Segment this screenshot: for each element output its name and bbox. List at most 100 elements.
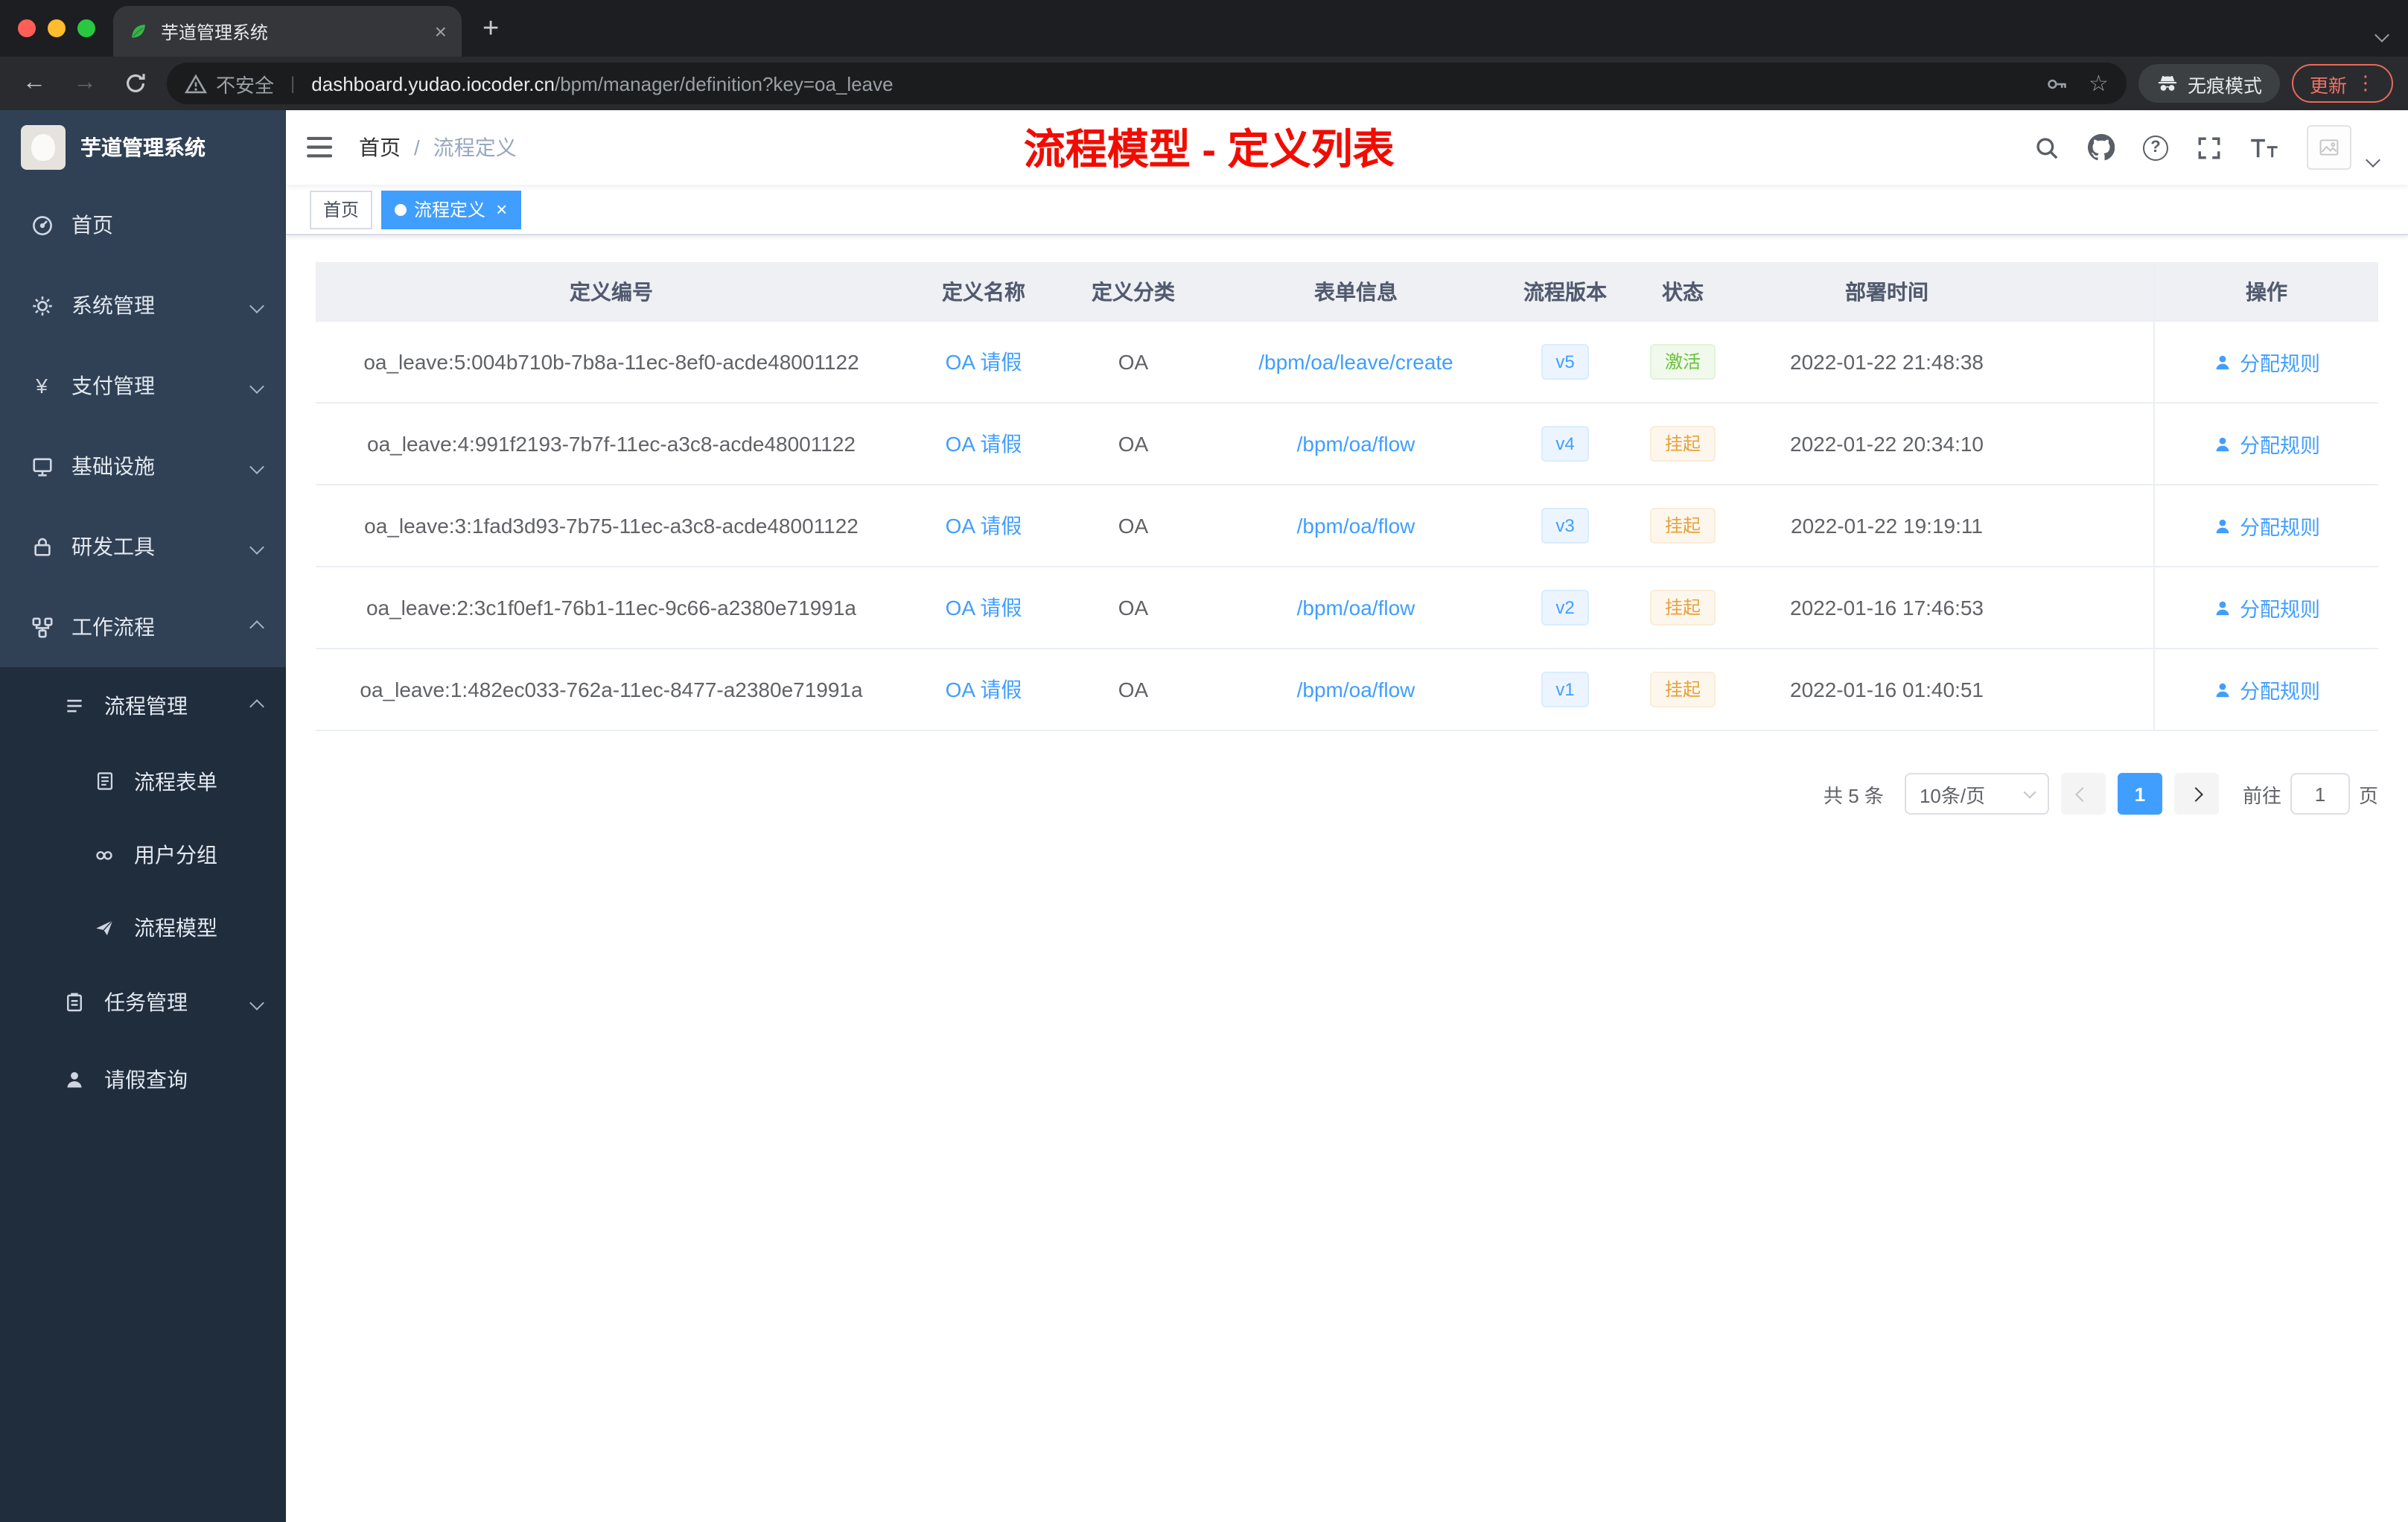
form-link[interactable]: /bpm/oa/flow bbox=[1297, 514, 1415, 538]
new-tab-button[interactable]: + bbox=[482, 14, 499, 42]
search-icon[interactable] bbox=[2034, 135, 2060, 160]
assign-rule-link[interactable]: 分配规则 bbox=[2213, 675, 2320, 704]
column-header: 定义分类 bbox=[1092, 279, 1175, 303]
chevron-down-icon bbox=[2023, 785, 2036, 798]
sidebar-item-process-management[interactable]: 流程管理 bbox=[0, 667, 286, 745]
definition-category: OA bbox=[1118, 350, 1149, 374]
tab-title: 芋道管理系统 bbox=[161, 22, 269, 42]
definition-name-link[interactable]: OA 请假 bbox=[946, 429, 1022, 459]
deploy-time: 2022-01-16 01:40:51 bbox=[1790, 678, 1984, 701]
reload-button[interactable] bbox=[116, 71, 155, 95]
deploy-time: 2022-01-22 19:19:11 bbox=[1791, 514, 1983, 538]
definition-table: 定义编号 定义名称 定义分类 表单信息 流程版本 状态 部署时间 操作 oa_l… bbox=[316, 262, 2378, 731]
chevron-down-icon bbox=[249, 298, 264, 313]
tag-close-icon[interactable]: × bbox=[496, 200, 507, 219]
definition-category: OA bbox=[1118, 432, 1149, 456]
breadcrumb-home[interactable]: 首页 bbox=[359, 133, 401, 162]
table-row: oa_leave:3:1fad3d93-7b75-11ec-a3c8-acde4… bbox=[316, 485, 2378, 567]
sidebar-item-system-management[interactable]: 系统管理 bbox=[0, 265, 286, 346]
sidebar-item-label: 研发工具 bbox=[71, 535, 155, 558]
sidebar-item-process-form[interactable]: 流程表单 bbox=[0, 745, 286, 818]
infrastructure-icon bbox=[30, 455, 54, 477]
sidebar-item-payment-management[interactable]: ¥ 支付管理 bbox=[0, 346, 286, 426]
sidebar-menu: 首页 系统管理 ¥ 支付管理 基础设施 研发工具 工作流程 流程管理 流程表单 … bbox=[0, 185, 286, 1522]
assign-rule-label: 分配规则 bbox=[2240, 353, 2320, 375]
definition-name-link[interactable]: OA 请假 bbox=[946, 593, 1022, 623]
deploy-time: 2022-01-22 20:34:10 bbox=[1790, 432, 1984, 456]
tab-search-icon[interactable] bbox=[2374, 21, 2389, 48]
chrome-update-button[interactable]: 更新 ⋮ bbox=[2291, 64, 2393, 103]
form-link[interactable]: /bpm/oa/flow bbox=[1297, 678, 1415, 701]
kebab-menu-icon[interactable]: ⋮ bbox=[2356, 71, 2375, 95]
person-icon bbox=[2216, 682, 2229, 697]
sidebar-item-infrastructure[interactable]: 基础设施 bbox=[0, 426, 286, 506]
key-icon[interactable] bbox=[2045, 72, 2068, 95]
assign-rule-link[interactable]: 分配规则 bbox=[2213, 511, 2320, 541]
bookmark-star-icon[interactable]: ☆ bbox=[2089, 70, 2109, 97]
goto-page-input[interactable] bbox=[2290, 773, 2350, 815]
window-zoom-button[interactable] bbox=[77, 19, 95, 37]
assign-rule-link[interactable]: 分配规则 bbox=[2213, 429, 2320, 459]
sidebar-item-user-group[interactable]: 用户分组 bbox=[0, 818, 286, 891]
pagination-page-1-button[interactable]: 1 bbox=[2117, 773, 2162, 815]
chevron-down-icon bbox=[249, 378, 264, 393]
hamburger-icon[interactable] bbox=[307, 136, 335, 159]
font-size-icon[interactable] bbox=[2250, 136, 2278, 159]
sidebar-item-leave-query[interactable]: 请假查询 bbox=[0, 1041, 286, 1118]
sidebar-item-label: 流程表单 bbox=[134, 769, 217, 793]
navbar-actions: ? bbox=[2034, 122, 2380, 173]
url-text[interactable]: dashboard.yudao.iocoder.cn/bpm/manager/d… bbox=[311, 72, 893, 95]
chevron-left-icon bbox=[2076, 786, 2091, 801]
table-row: oa_leave:1:482ec033-762a-11ec-8477-a2380… bbox=[316, 649, 2378, 731]
avatar-dropdown-icon[interactable] bbox=[2366, 146, 2380, 173]
definition-name-link[interactable]: OA 请假 bbox=[946, 675, 1022, 704]
security-warning-label[interactable]: 不安全 bbox=[216, 69, 274, 98]
form-link[interactable]: /bpm/oa/flow bbox=[1297, 596, 1415, 620]
workflow-submenu: 流程管理 流程表单 用户分组 流程模型 任务管理 请假查询 bbox=[0, 667, 286, 1522]
tab-close-icon[interactable]: × bbox=[435, 19, 447, 43]
form-link[interactable]: /bpm/oa/leave/create bbox=[1258, 350, 1453, 374]
table-header-row: 定义编号 定义名称 定义分类 表单信息 流程版本 状态 部署时间 操作 bbox=[316, 262, 2378, 322]
assign-rule-link[interactable]: 分配规则 bbox=[2213, 593, 2320, 623]
user-avatar[interactable] bbox=[2307, 125, 2351, 170]
app-root: 芋道管理系统 × + ← → 不安全 | dashboard.yudao.ioc… bbox=[0, 0, 2408, 1522]
assign-rule-link[interactable]: 分配规则 bbox=[2213, 347, 2320, 377]
column-header: 定义编号 bbox=[570, 279, 653, 303]
forward-button[interactable]: → bbox=[66, 70, 104, 97]
tag-home[interactable]: 首页 bbox=[310, 190, 373, 229]
paper-plane-icon bbox=[92, 917, 116, 937]
column-header: 状态 bbox=[1662, 279, 1704, 303]
tag-process-definition[interactable]: 流程定义 × bbox=[381, 190, 521, 229]
sidebar-item-process-model[interactable]: 流程模型 bbox=[0, 891, 286, 964]
sidebar-item-task-management[interactable]: 任务管理 bbox=[0, 964, 286, 1041]
pagination-next-button[interactable] bbox=[2173, 773, 2219, 815]
form-link[interactable]: /bpm/oa/flow bbox=[1297, 432, 1415, 456]
pagination-prev-button[interactable] bbox=[2060, 773, 2106, 815]
definition-name-link[interactable]: OA 请假 bbox=[946, 347, 1022, 377]
definition-name-link[interactable]: OA 请假 bbox=[946, 511, 1022, 541]
window-close-button[interactable] bbox=[18, 19, 36, 37]
address-bar[interactable]: 不安全 | dashboard.yudao.iocoder.cn/bpm/man… bbox=[167, 63, 2127, 104]
browser-tab[interactable]: 芋道管理系统 × bbox=[113, 6, 462, 57]
back-button[interactable]: ← bbox=[15, 70, 54, 97]
sidebar-item-label: 用户分组 bbox=[134, 842, 217, 866]
chevron-up-icon bbox=[249, 620, 264, 634]
definition-category: OA bbox=[1118, 514, 1149, 538]
column-header: 流程版本 bbox=[1523, 279, 1607, 303]
sidebar-item-workflow[interactable]: 工作流程 bbox=[0, 587, 286, 667]
fullscreen-icon[interactable] bbox=[2197, 135, 2222, 160]
window-minimize-button[interactable] bbox=[48, 19, 66, 37]
table-row: oa_leave:4:991f2193-7b7f-11ec-a3c8-acde4… bbox=[316, 404, 2378, 485]
sidebar-item-home[interactable]: 首页 bbox=[0, 185, 286, 265]
sidebar-item-devtools[interactable]: 研发工具 bbox=[0, 506, 286, 587]
github-icon[interactable] bbox=[2088, 134, 2115, 161]
browser-chrome: 芋道管理系统 × + ← → 不安全 | dashboard.yudao.ioc… bbox=[0, 0, 2408, 110]
help-icon[interactable]: ? bbox=[2143, 135, 2168, 160]
chevron-up-icon bbox=[249, 698, 264, 713]
version-tag: v4 bbox=[1541, 426, 1590, 462]
table-row: oa_leave:5:004b710b-7b8a-11ec-8ef0-acde4… bbox=[316, 322, 2378, 404]
page-size-select[interactable]: 10条/页 bbox=[1904, 773, 2049, 815]
page-annotation: 流程模型 - 定义列表 bbox=[1023, 127, 1395, 173]
version-tag: v3 bbox=[1541, 508, 1590, 544]
tags-view-bar: 首页 流程定义 × bbox=[286, 185, 2408, 235]
